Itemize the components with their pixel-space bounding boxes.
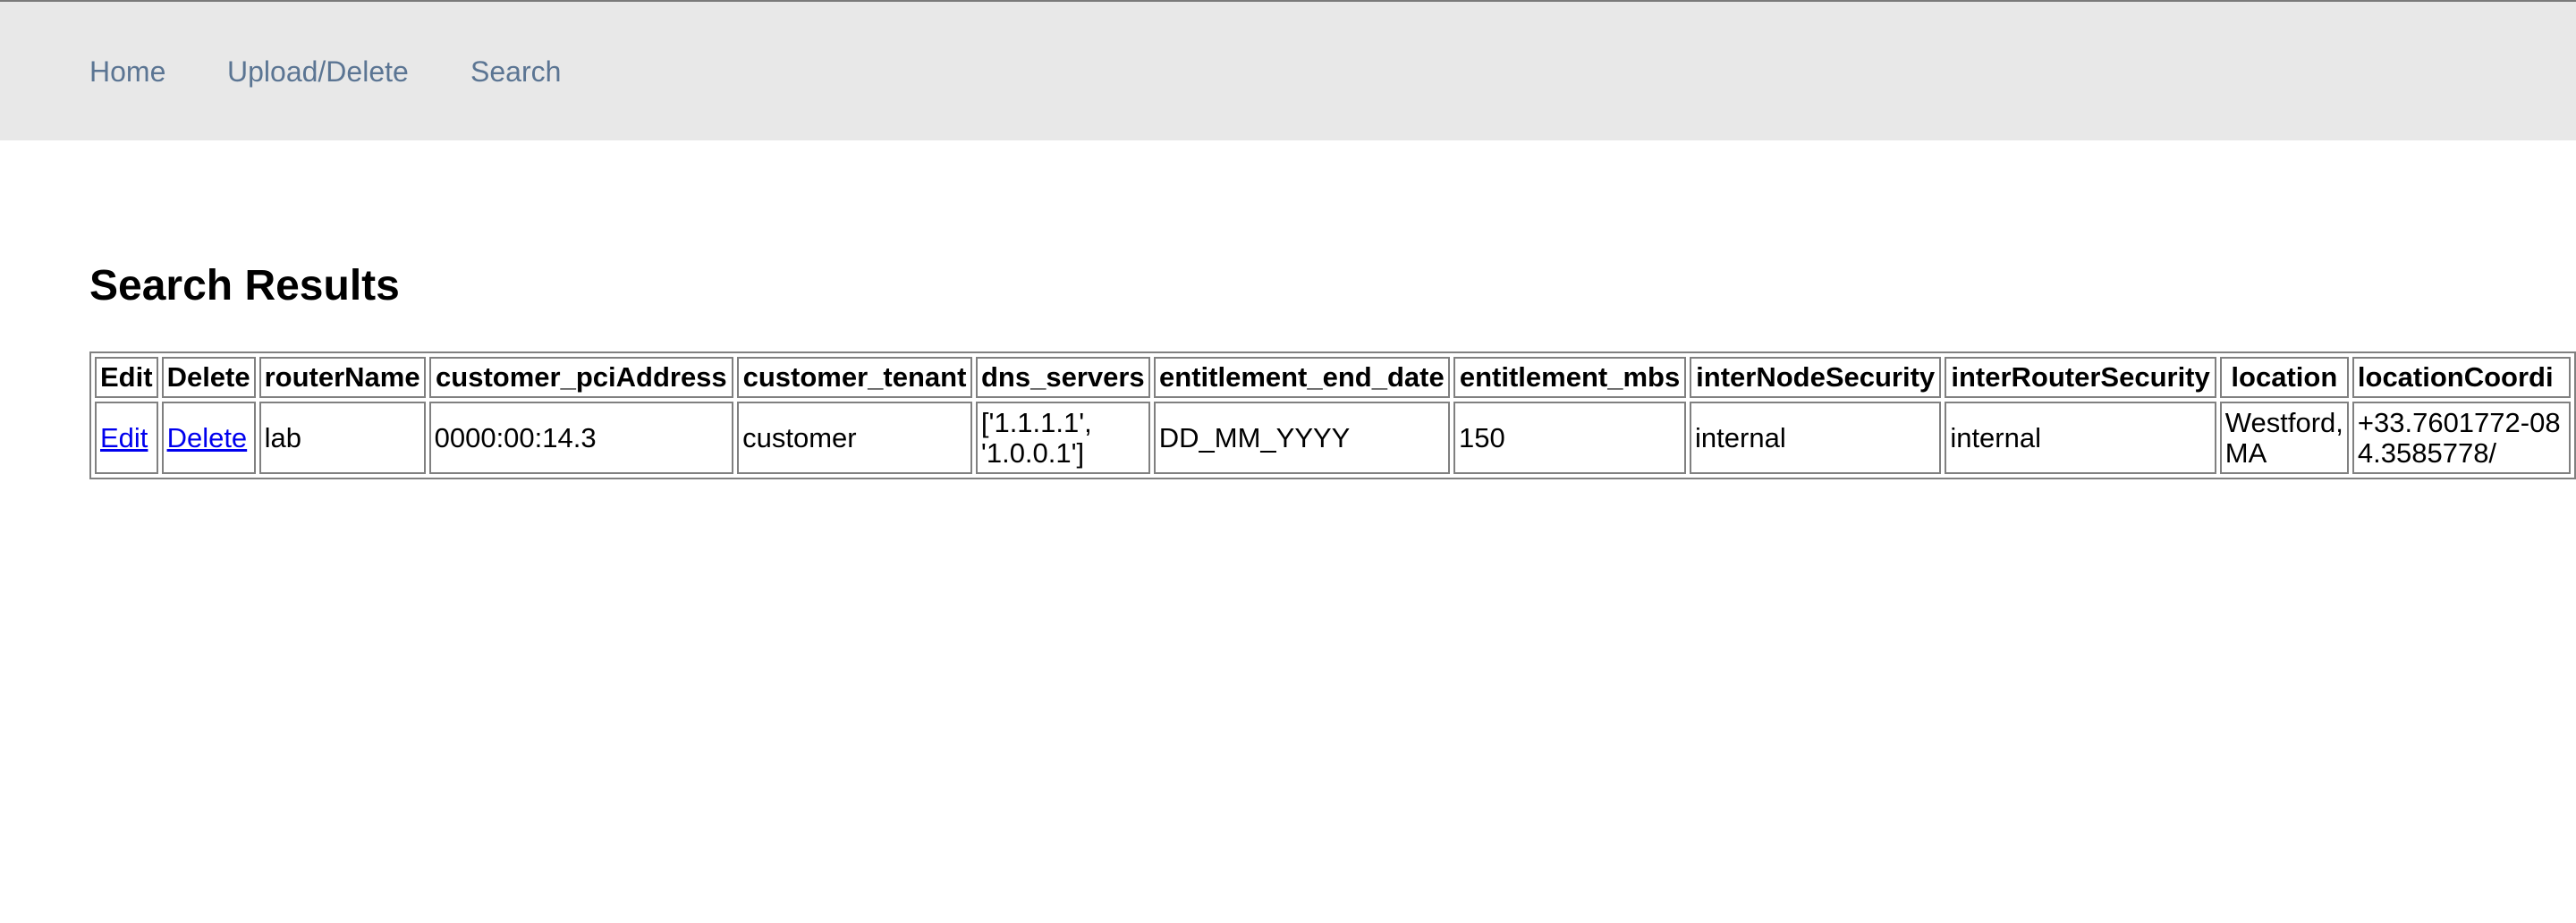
cell-entitlement-mbs: 150 [1453,402,1687,474]
results-table: Edit Delete routerName customer_pciAddre… [89,351,2576,479]
cell-customer-tenant: customer [737,402,972,474]
results-table-container[interactable]: Edit Delete routerName customer_pciAddre… [89,351,2576,481]
column-header-entitlement-mbs: entitlement_mbs [1453,357,1687,398]
cell-interroutersecurity: internal [1945,402,2216,474]
table-row: Edit Delete lab 0000:00:14.3 customer ['… [95,402,2571,474]
delete-cell: Delete [161,402,256,474]
page-title: Search Results [89,262,400,309]
nav-bar: Home Upload/Delete Search [0,2,2576,140]
cell-location: Westford, MA [2219,402,2349,474]
column-header-internodesecurity: interNodeSecurity [1690,357,1942,398]
cell-routername: lab [258,402,426,474]
column-header-locationcoordinates: locationCoordi [2351,357,2571,398]
column-header-location: location [2219,357,2349,398]
column-header-customer-tenant: customer_tenant [737,357,972,398]
column-header-routername: routerName [258,357,426,398]
column-header-delete: Delete [161,357,256,398]
column-header-customer-pciaddress: customer_pciAddress [428,357,734,398]
edit-cell: Edit [95,402,158,474]
cell-customer-pciaddress: 0000:00:14.3 [428,402,734,474]
cell-internodesecurity: internal [1690,402,1942,474]
column-header-interroutersecurity: interRouterSecurity [1945,357,2216,398]
table-header-row: Edit Delete routerName customer_pciAddre… [95,357,2571,398]
cell-dns-servers: ['1.1.1.1', '1.0.0.1'] [975,402,1150,474]
cell-entitlement-end-date: DD_MM_YYYY [1153,402,1451,474]
nav-search-link[interactable]: Search [470,54,561,89]
cell-locationcoordinates: +33.7601772-084.3585778/ [2351,402,2571,474]
edit-link[interactable]: Edit [100,422,148,453]
column-header-edit: Edit [95,357,158,398]
column-header-dns-servers: dns_servers [975,357,1150,398]
nav-home-link[interactable]: Home [89,54,165,89]
column-header-entitlement-end-date: entitlement_end_date [1153,357,1451,398]
nav-upload-delete-link[interactable]: Upload/Delete [227,54,409,89]
delete-link[interactable]: Delete [167,422,248,453]
